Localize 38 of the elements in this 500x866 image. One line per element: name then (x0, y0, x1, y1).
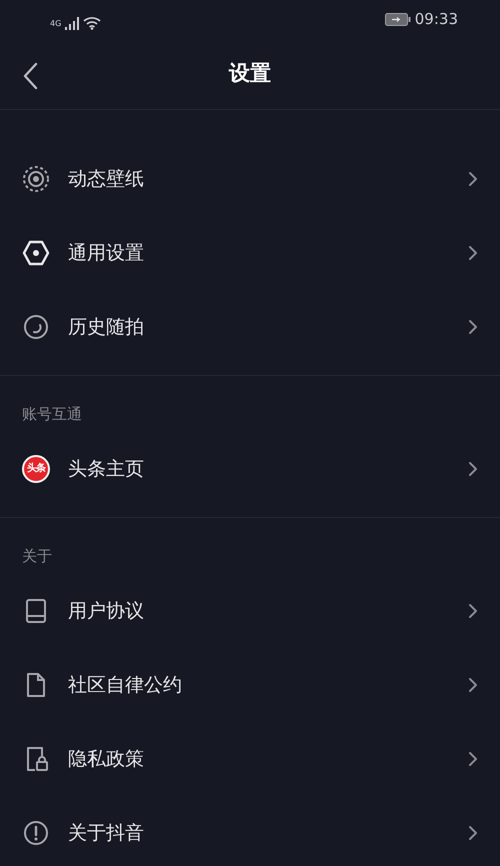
chevron-right-icon (468, 171, 478, 187)
circle-icon (22, 313, 50, 341)
chevron-right-icon (468, 319, 478, 335)
row-label: 社区自律公约 (68, 672, 182, 698)
section-title: 账号互通 (22, 404, 83, 425)
chevron-right-icon (468, 245, 478, 261)
network-label: 4G (50, 18, 62, 30)
row-label: 用户协议 (68, 598, 144, 624)
settings-row[interactable]: 关于抖音 (22, 796, 478, 866)
concentric-circles-icon (22, 165, 50, 193)
chevron-right-icon (468, 461, 478, 477)
row-label: 历史随拍 (68, 314, 144, 340)
info-icon (22, 819, 50, 847)
chevron-right-icon (468, 677, 478, 693)
settings-row[interactable]: 用户协议 (22, 574, 478, 648)
settings-row[interactable]: 社区自律公约 (22, 648, 478, 722)
chevron-right-icon (468, 603, 478, 619)
row-label: 关于抖音 (68, 820, 144, 846)
hexagon-icon (22, 239, 50, 267)
row-label: 通用设置 (68, 240, 144, 266)
row-label: 头条主页 (68, 456, 144, 482)
toutiao-logo-icon: 头条 (22, 455, 50, 483)
wifi-icon (83, 16, 102, 30)
chevron-right-icon (468, 825, 478, 841)
battery-icon (384, 12, 411, 26)
chevron-right-icon (468, 751, 478, 767)
clock-time: 09:33 (414, 8, 458, 30)
page-title: 设置 (229, 60, 271, 87)
settings-row[interactable]: 历史随拍 (22, 290, 478, 364)
settings-row[interactable]: 头条 头条主页 (22, 432, 478, 506)
settings-row[interactable]: 隐私政策 (22, 722, 478, 796)
row-label: 动态壁纸 (68, 166, 144, 192)
section-title: 关于 (22, 546, 53, 567)
row-label: 隐私政策 (68, 746, 144, 772)
settings-row[interactable]: 通用设置 (22, 216, 478, 290)
back-icon[interactable] (22, 62, 38, 90)
signal-icon (65, 17, 80, 30)
settings-row[interactable]: 动态壁纸 (22, 142, 478, 216)
